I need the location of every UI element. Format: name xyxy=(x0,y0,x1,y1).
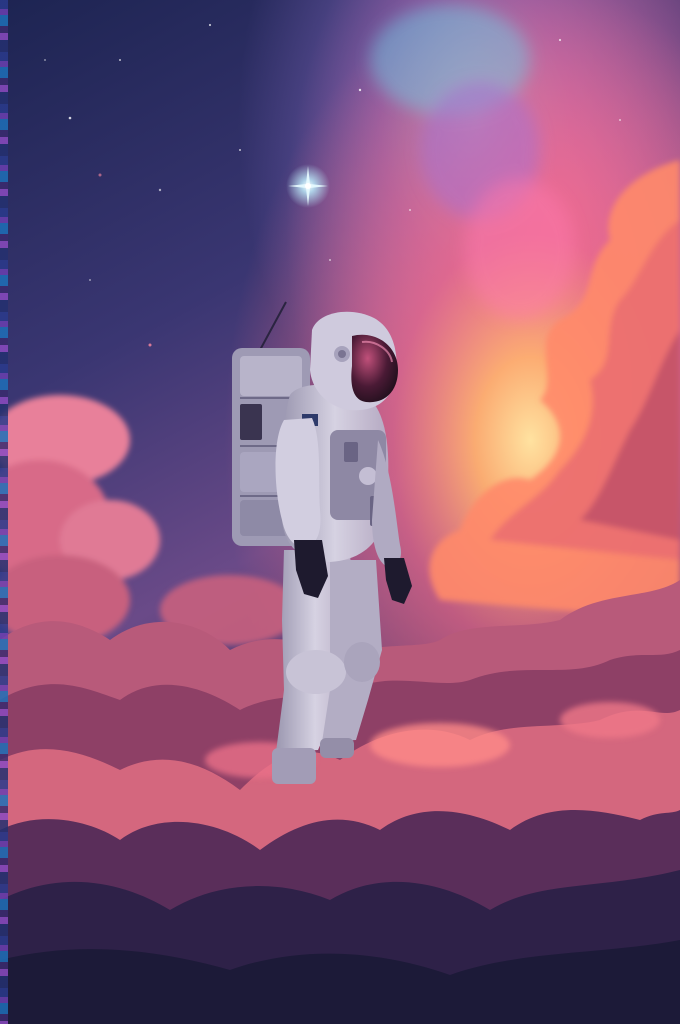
scene xyxy=(0,0,680,1024)
bright-star xyxy=(286,164,330,208)
edge-strip xyxy=(0,0,8,1024)
artwork xyxy=(0,0,680,1024)
